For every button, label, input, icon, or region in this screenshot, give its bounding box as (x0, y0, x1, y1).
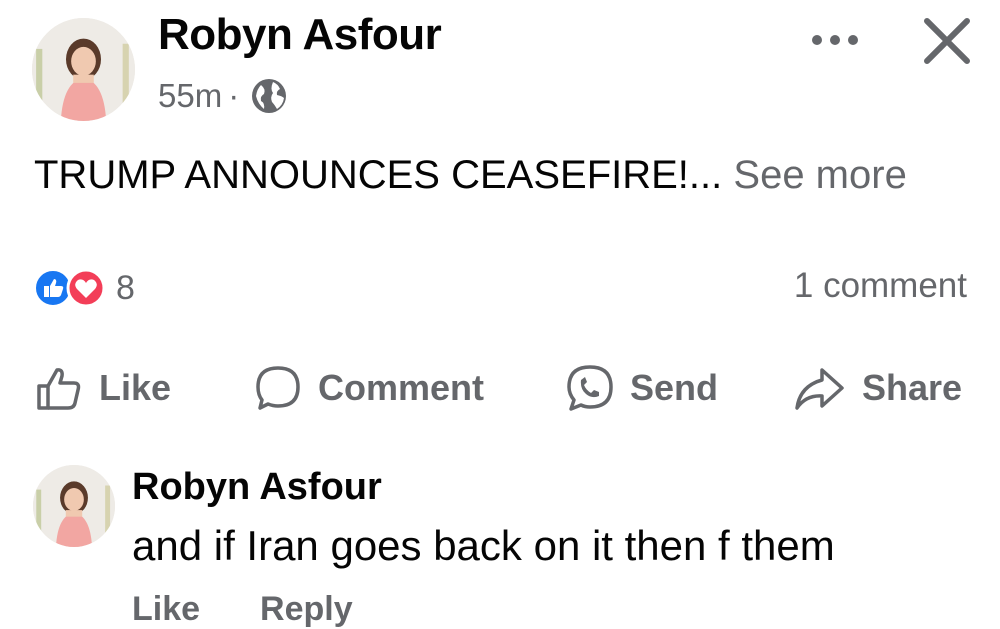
reaction-summary[interactable]: 8 (33, 268, 135, 308)
meta-separator: · (228, 77, 240, 114)
send-button[interactable]: Send (564, 360, 718, 416)
reaction-count: 8 (116, 268, 135, 307)
comment-like-link[interactable]: Like (132, 590, 200, 629)
post-body: TRUMP ANNOUNCES CEASEFIRE!... See more (34, 148, 934, 203)
comment-author-avatar[interactable] (33, 465, 115, 547)
love-reaction-icon (66, 268, 106, 308)
post-timestamp[interactable]: 55m (158, 77, 222, 115)
post-text: TRUMP ANNOUNCES CEASEFIRE!... (34, 153, 723, 197)
comment-author-name[interactable]: Robyn Asfour (132, 466, 382, 509)
comment-label: Comment (318, 367, 485, 408)
see-more-link[interactable]: See more (733, 153, 906, 197)
share-label: Share (862, 367, 963, 408)
comment-count[interactable]: 1 comment (794, 266, 967, 306)
more-options-icon (812, 35, 858, 45)
messenger-icon (567, 365, 613, 411)
post-meta: 55m · (158, 76, 289, 116)
comment-reply-link[interactable]: Reply (260, 590, 353, 629)
comment-button[interactable]: Comment (252, 360, 484, 416)
close-icon (924, 18, 970, 64)
share-arrow-icon (795, 368, 844, 410)
comment-actions: Like Reply (132, 590, 353, 629)
send-label: Send (630, 367, 719, 408)
post-author-name[interactable]: Robyn Asfour (158, 10, 442, 60)
like-label: Like (99, 367, 172, 408)
like-button[interactable]: Like (33, 360, 171, 416)
thumbs-up-icon (37, 368, 81, 410)
more-options-button[interactable] (800, 20, 870, 60)
post-author-avatar[interactable] (32, 18, 135, 121)
globe-icon (252, 79, 287, 113)
comment-text: and if Iran goes back on it then f them (132, 522, 835, 569)
close-button[interactable] (916, 10, 978, 72)
comment-bubble-icon (256, 366, 300, 410)
share-button[interactable]: Share (792, 360, 962, 416)
